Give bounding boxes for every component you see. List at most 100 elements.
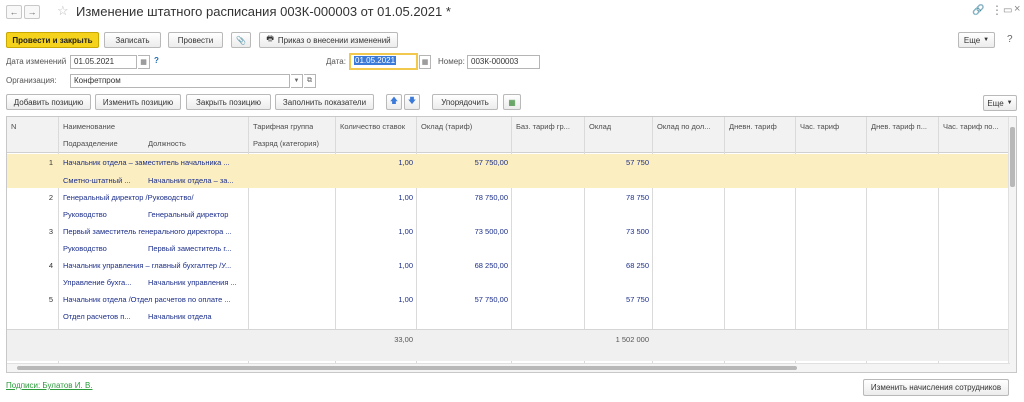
- row-name: Начальник отдела – заместитель начальник…: [63, 158, 230, 167]
- add-position-button[interactable]: Добавить позицию: [6, 94, 91, 110]
- header-hour-tariff-by[interactable]: Час. тариф по...: [943, 122, 1009, 131]
- header-base-tariff[interactable]: Баз. тариф гр...: [516, 122, 580, 131]
- date-field[interactable]: 01.05.2021: [349, 53, 418, 70]
- paperclip-icon: 📎: [236, 35, 246, 45]
- date-label: Дата:: [326, 57, 346, 66]
- header-n[interactable]: N: [11, 122, 16, 131]
- maximize-icon[interactable]: ▭: [1003, 5, 1012, 16]
- header-salary-tariff[interactable]: Оклад (тариф): [421, 122, 472, 131]
- header-salary[interactable]: Оклад: [589, 122, 611, 131]
- row-name: Начальник управления – главный бухгалтер…: [63, 261, 232, 270]
- row-salary: 78 750: [626, 193, 649, 202]
- row-rate: 1,00: [398, 295, 413, 304]
- number-field[interactable]: 003К-000003: [467, 55, 540, 69]
- date-change-field[interactable]: 01.05.2021: [70, 55, 137, 69]
- more-button[interactable]: Еще ▼: [958, 32, 995, 48]
- table-row[interactable]: 5 Начальник отдела /Отдел расчетов по оп…: [7, 291, 1010, 325]
- header-name[interactable]: Наименование: [63, 122, 115, 131]
- header-division[interactable]: Подразделение: [63, 139, 118, 148]
- date-calendar-icon[interactable]: ▦: [419, 55, 431, 69]
- post-and-close-button[interactable]: Провести и закрыть: [6, 32, 99, 48]
- row-salary-tariff: 78 750,00: [474, 193, 508, 202]
- more-vertical-icon[interactable]: ⋮: [991, 3, 1003, 17]
- row-rate: 1,00: [398, 158, 413, 167]
- org-dropdown-icon[interactable]: ▼: [291, 74, 303, 88]
- row-salary: 73 500: [626, 227, 649, 236]
- row-salary: 68 250: [626, 261, 649, 270]
- row-rate: 1,00: [398, 261, 413, 270]
- org-label: Организация:: [6, 76, 57, 85]
- date-field-value: 01.05.2021: [354, 56, 397, 65]
- table-row[interactable]: 3 Первый заместитель генерального директ…: [7, 223, 1010, 257]
- printer-icon: 🖶: [266, 34, 274, 43]
- link-icon[interactable]: 🔗: [972, 5, 984, 16]
- row-name: Первый заместитель генерального директор…: [63, 227, 232, 236]
- header-salary-by[interactable]: Оклад по дол...: [657, 122, 725, 131]
- arrow-down-icon: 🡇: [407, 96, 417, 105]
- table-more-button[interactable]: Еще ▼: [983, 95, 1017, 111]
- org-field[interactable]: Конфетпром: [70, 74, 290, 88]
- close-icon[interactable]: ×: [1014, 3, 1020, 15]
- help-link[interactable]: ?: [154, 56, 159, 65]
- table-row[interactable]: 4 Начальник управления – главный бухгалт…: [7, 257, 1010, 291]
- row-salary: 57 750: [626, 295, 649, 304]
- print-order-label: Приказ о внесении изменений: [277, 35, 391, 45]
- row-division: Руководство: [63, 210, 107, 219]
- signatures-link[interactable]: Подписи: Булатов И. В.: [6, 381, 93, 390]
- help-icon[interactable]: ?: [1007, 34, 1013, 45]
- row-salary: 57 750: [626, 158, 649, 167]
- change-accruals-button[interactable]: Изменить начисления сотрудников: [863, 379, 1009, 396]
- attach-button[interactable]: 📎: [231, 32, 251, 48]
- header-daily-tariff[interactable]: Дневн. тариф: [729, 122, 777, 131]
- chevron-down-icon: ▼: [983, 37, 990, 43]
- header-grade[interactable]: Разряд (категория): [253, 139, 319, 148]
- total-rate: 33,00: [394, 335, 413, 344]
- row-division: Руководство: [63, 244, 107, 253]
- row-division: Сметно-штатный ...: [63, 176, 131, 185]
- edit-position-button[interactable]: Изменить позицию: [95, 94, 181, 110]
- row-salary-tariff: 68 250,00: [474, 261, 508, 270]
- favorite-star-icon[interactable]: ☆: [57, 3, 69, 19]
- date-change-label: Дата изменений: [6, 57, 67, 66]
- print-order-button[interactable]: 🖶 Приказ о внесении изменений: [259, 32, 398, 48]
- total-salary: 1 502 000: [615, 335, 649, 344]
- row-position: Начальник отдела – за...: [148, 176, 234, 185]
- staffing-table[interactable]: N Наименование Подразделение Должность Т…: [6, 116, 1017, 373]
- back-button[interactable]: ←: [6, 5, 22, 19]
- excel-button[interactable]: ▦: [503, 94, 521, 110]
- header-daily-tariff-by[interactable]: Днев. тариф п...: [871, 122, 939, 131]
- close-position-button[interactable]: Закрыть позицию: [186, 94, 271, 110]
- move-down-button[interactable]: 🡇: [404, 94, 420, 110]
- calendar-icon[interactable]: ▦: [138, 55, 150, 69]
- row-position: Первый заместитель г...: [148, 244, 232, 253]
- post-button[interactable]: Провести: [168, 32, 223, 48]
- header-tariff-group[interactable]: Тарифная группа: [253, 122, 313, 131]
- table-row[interactable]: 2 Генеральный директор /Руководство/ Рук…: [7, 189, 1010, 223]
- arrow-up-icon: 🡅: [389, 96, 399, 105]
- vertical-scrollbar[interactable]: [1008, 117, 1016, 372]
- forward-button[interactable]: →: [24, 5, 40, 19]
- table-chevron-down-icon: ▼: [1006, 100, 1013, 106]
- org-open-icon[interactable]: ⧉: [304, 74, 316, 88]
- header-rate-count[interactable]: Количество ставок: [340, 122, 405, 131]
- row-name: Начальник отдела /Отдел расчетов по опла…: [63, 295, 231, 304]
- row-position: Начальник управления ...: [148, 278, 237, 287]
- move-up-button[interactable]: 🡅: [386, 94, 402, 110]
- row-n: 2: [48, 193, 53, 202]
- sort-button[interactable]: Упорядочить: [432, 94, 498, 110]
- table-row[interactable]: 1 Начальник отдела – заместитель начальн…: [7, 154, 1010, 188]
- row-n: 3: [48, 227, 53, 236]
- horizontal-scrollbar[interactable]: [7, 363, 1010, 372]
- row-position: Начальник отдела: [148, 312, 212, 321]
- vertical-scroll-thumb[interactable]: [1010, 127, 1015, 187]
- row-salary-tariff: 73 500,00: [474, 227, 508, 236]
- horizontal-scroll-thumb[interactable]: [17, 366, 797, 370]
- fill-indicators-button[interactable]: Заполнить показатели: [275, 94, 374, 110]
- spreadsheet-icon: ▦: [508, 97, 516, 107]
- number-label: Номер:: [438, 57, 465, 66]
- header-position[interactable]: Должность: [148, 139, 186, 148]
- save-button[interactable]: Записать: [104, 32, 161, 48]
- row-division: Отдел расчетов п...: [63, 312, 131, 321]
- header-hour-tariff[interactable]: Час. тариф: [800, 122, 839, 131]
- row-position: Генеральный директор: [148, 210, 229, 219]
